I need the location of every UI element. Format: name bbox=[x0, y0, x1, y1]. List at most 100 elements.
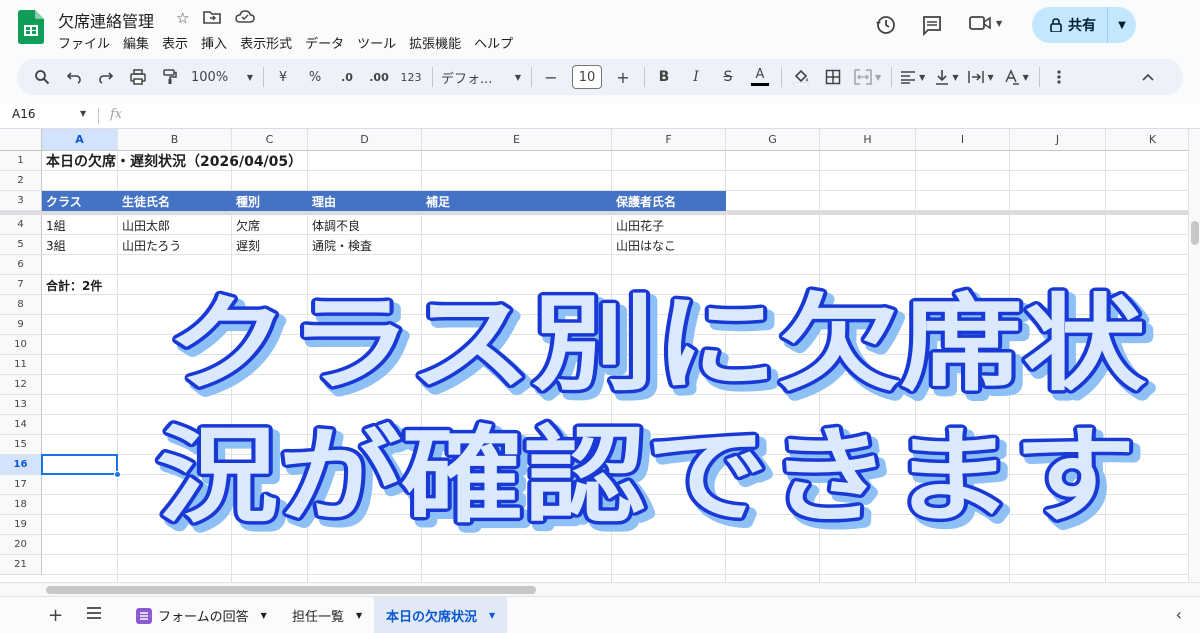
column-header-b[interactable]: B bbox=[118, 129, 232, 151]
menu-format[interactable]: 表示形式 bbox=[240, 33, 292, 52]
table-header-cell[interactable]: 補足 bbox=[422, 191, 612, 211]
table-header-cell[interactable]: 生徒氏名 bbox=[118, 191, 232, 211]
horizontal-align-icon[interactable]: ▼ bbox=[900, 63, 925, 91]
vertical-align-icon[interactable]: ▼ bbox=[935, 63, 958, 91]
row-header-18[interactable]: 18 bbox=[0, 495, 42, 515]
zoom-select[interactable]: 100% ▼ bbox=[191, 63, 253, 91]
menu-file[interactable]: ファイル bbox=[58, 33, 110, 52]
row-header-7[interactable]: 7 bbox=[0, 275, 42, 295]
column-header-f[interactable]: F bbox=[612, 129, 726, 151]
spreadsheet-grid[interactable]: A B C D E F G H I J K 1 2 3 4 5 6 7 8 9 10 11 12 13 14 15 16 17 18 19… bbox=[0, 129, 1188, 582]
column-header-e[interactable]: E bbox=[422, 129, 612, 151]
share-button[interactable]: 共有 bbox=[1032, 7, 1108, 43]
merge-cells-icon[interactable]: ▼ bbox=[854, 63, 881, 91]
row-header-6[interactable]: 6 bbox=[0, 255, 42, 275]
menu-tools[interactable]: ツール bbox=[357, 33, 396, 52]
text-rotation-icon[interactable]: ▼ bbox=[1004, 63, 1029, 91]
menu-insert[interactable]: 挿入 bbox=[201, 33, 227, 52]
column-header-g[interactable]: G bbox=[726, 129, 820, 151]
menu-edit[interactable]: 編集 bbox=[123, 33, 149, 52]
vertical-scrollbar[interactable] bbox=[1188, 129, 1200, 582]
row-header-3[interactable]: 3 bbox=[0, 191, 42, 211]
name-box[interactable]: A16 bbox=[12, 107, 35, 121]
table-cell[interactable]: 山田はなこ bbox=[612, 235, 726, 255]
cloud-saved-icon[interactable] bbox=[235, 9, 256, 25]
menu-extensions[interactable]: 拡張機能 bbox=[409, 33, 461, 52]
share-dropdown-button[interactable]: ▼ bbox=[1108, 20, 1136, 31]
column-header-a[interactable]: A bbox=[42, 129, 118, 151]
bold-button[interactable]: B bbox=[653, 63, 675, 91]
row-header-4[interactable]: 4 bbox=[0, 215, 42, 235]
all-sheets-icon[interactable] bbox=[86, 606, 102, 620]
column-header-j[interactable]: J bbox=[1010, 129, 1106, 151]
history-icon[interactable] bbox=[874, 13, 898, 37]
horizontal-scroll-thumb[interactable] bbox=[46, 586, 536, 594]
table-header-cell[interactable]: 種別 bbox=[232, 191, 308, 211]
row-header-15[interactable]: 15 bbox=[0, 435, 42, 455]
selected-cell-outline[interactable] bbox=[41, 454, 118, 475]
table-cell[interactable]: 3組 bbox=[42, 235, 118, 255]
table-cell[interactable]: 山田花子 bbox=[612, 215, 726, 235]
decrease-font-size-button[interactable]: − bbox=[540, 63, 562, 91]
column-header-k[interactable]: K bbox=[1106, 129, 1188, 151]
undo-icon[interactable] bbox=[63, 63, 85, 91]
column-header-c[interactable]: C bbox=[232, 129, 308, 151]
table-cell[interactable]: 体調不良 bbox=[308, 215, 422, 235]
redo-icon[interactable] bbox=[95, 63, 117, 91]
font-family-select[interactable]: デフォ... ▼ bbox=[441, 63, 521, 91]
italic-button[interactable]: I bbox=[685, 63, 707, 91]
table-cell[interactable]: 山田太郎 bbox=[118, 215, 232, 235]
chevron-down-icon[interactable]: ▼ bbox=[80, 109, 86, 118]
vertical-scroll-thumb[interactable] bbox=[1191, 221, 1199, 245]
sheet-title-cell[interactable]: 本日の欠席・遅刻状況（2026/04/05） bbox=[42, 151, 302, 171]
row-header-2[interactable]: 2 bbox=[0, 171, 42, 191]
row-header-21[interactable]: 21 bbox=[0, 555, 42, 575]
row-header-5[interactable]: 5 bbox=[0, 235, 42, 255]
fill-handle[interactable] bbox=[114, 471, 121, 478]
select-all-corner[interactable] bbox=[0, 129, 42, 151]
total-count-cell[interactable]: 合計：2件 bbox=[42, 275, 102, 295]
row-header-11[interactable]: 11 bbox=[0, 355, 42, 375]
text-color-button[interactable]: A bbox=[749, 63, 771, 91]
meet-button[interactable]: ▼ bbox=[968, 13, 1002, 33]
fill-color-icon[interactable] bbox=[790, 63, 812, 91]
table-cell[interactable]: 1組 bbox=[42, 215, 118, 235]
sheet-nav-left-icon[interactable]: ‹ bbox=[1176, 605, 1182, 624]
increase-decimal-button[interactable]: .00 bbox=[368, 63, 390, 91]
table-header-cell[interactable]: 保護者氏名 bbox=[612, 191, 726, 211]
collapse-toolbar-icon[interactable] bbox=[1137, 63, 1159, 91]
percent-format-button[interactable]: % bbox=[304, 63, 326, 91]
column-header-h[interactable]: H bbox=[820, 129, 916, 151]
add-sheet-button[interactable]: + bbox=[48, 605, 63, 626]
menu-view[interactable]: 表示 bbox=[162, 33, 188, 52]
table-header-cell[interactable]: 理由 bbox=[308, 191, 422, 211]
table-cell[interactable]: 山田たろう bbox=[118, 235, 232, 255]
tab-form-responses[interactable]: フォームの回答 ▼ bbox=[124, 597, 279, 633]
table-header-cell[interactable]: クラス bbox=[42, 191, 118, 211]
row-header-9[interactable]: 9 bbox=[0, 315, 42, 335]
strikethrough-button[interactable]: S bbox=[717, 63, 739, 91]
more-options-icon[interactable] bbox=[1048, 63, 1070, 91]
paint-format-icon[interactable] bbox=[159, 63, 181, 91]
increase-font-size-button[interactable]: + bbox=[612, 63, 634, 91]
currency-format-button[interactable]: ¥ bbox=[272, 63, 294, 91]
comments-icon[interactable] bbox=[920, 13, 944, 37]
row-header-20[interactable]: 20 bbox=[0, 535, 42, 555]
row-header-13[interactable]: 13 bbox=[0, 395, 42, 415]
search-menus-icon[interactable] bbox=[31, 63, 53, 91]
borders-icon[interactable] bbox=[822, 63, 844, 91]
decrease-decimal-button[interactable]: .0 bbox=[336, 63, 358, 91]
document-title[interactable]: 欠席連絡管理 bbox=[58, 8, 154, 32]
table-cell[interactable]: 遅刻 bbox=[232, 235, 308, 255]
text-wrap-icon[interactable]: ▼ bbox=[968, 63, 994, 91]
row-header-12[interactable]: 12 bbox=[0, 375, 42, 395]
font-size-input[interactable]: 10 bbox=[572, 65, 602, 89]
move-folder-icon[interactable] bbox=[203, 9, 222, 25]
tab-today-absence[interactable]: 本日の欠席状況 ▼ bbox=[374, 597, 508, 633]
table-cell[interactable]: 通院・検査 bbox=[308, 235, 422, 255]
table-cell[interactable]: 欠席 bbox=[232, 215, 308, 235]
row-header-19[interactable]: 19 bbox=[0, 515, 42, 535]
star-icon[interactable]: ☆ bbox=[176, 9, 189, 27]
menu-data[interactable]: データ bbox=[305, 33, 344, 52]
print-icon[interactable] bbox=[127, 63, 149, 91]
